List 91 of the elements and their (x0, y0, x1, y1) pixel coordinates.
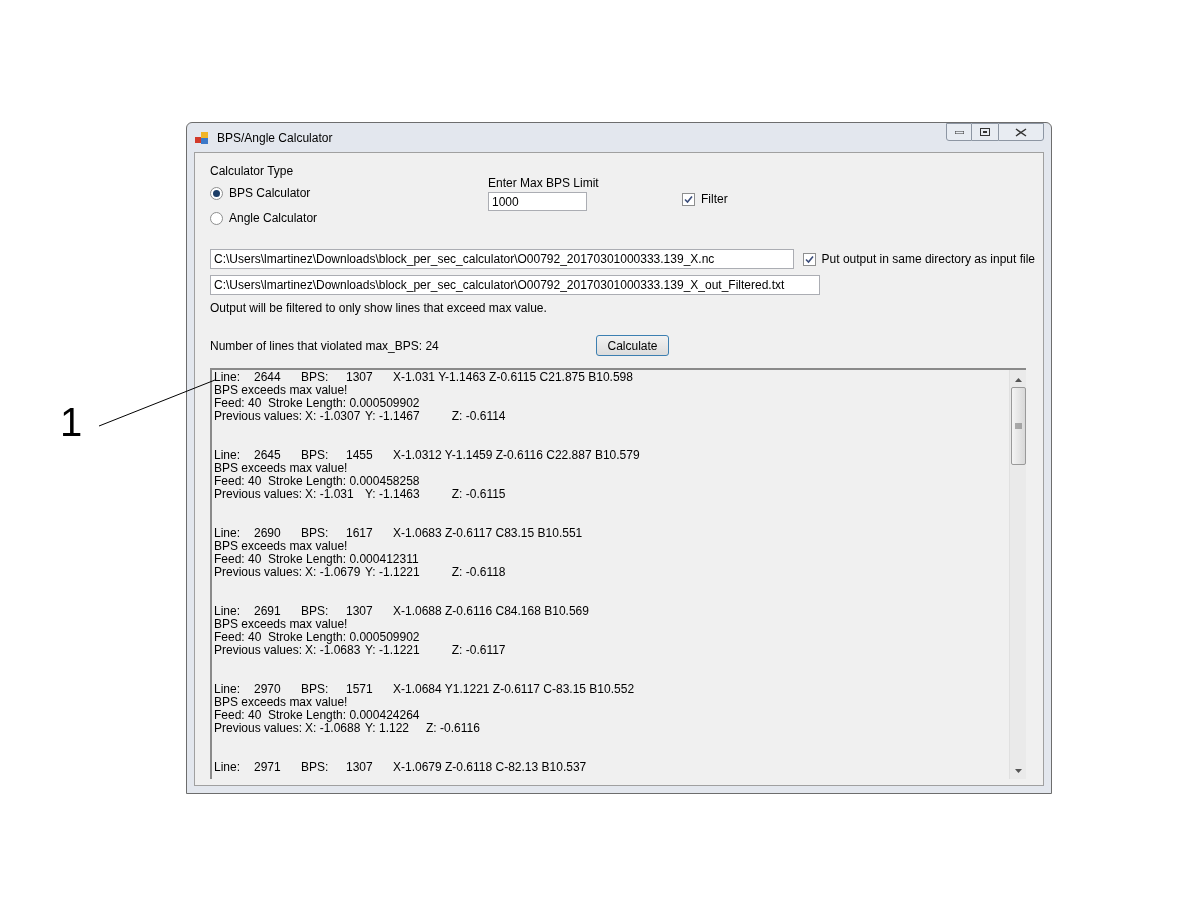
output-path-field[interactable]: C:\Users\lmartinez\Downloads\block_per_sec_calculator\O00792_20170301000333.139_X_out_Filtered.txt (210, 275, 820, 295)
previous-y: Y: -1.1221 (365, 644, 421, 657)
bps-value: 1617 (346, 527, 374, 540)
restore-icon (980, 128, 990, 136)
checkmark-icon (804, 254, 814, 264)
close-button[interactable] (998, 123, 1044, 141)
same-directory-label: Put output in same directory as input file (821, 251, 1035, 268)
feed-info: Feed: 40 Stroke Length: 0.000458258 (214, 475, 421, 488)
scroll-thumb[interactable] (1010, 387, 1026, 465)
line-number: 2970 (253, 683, 282, 696)
previous-y: Y: 1.122 (365, 722, 411, 735)
previous-values-label: Previous values: (214, 566, 304, 579)
radio-label: BPS Calculator (229, 185, 311, 202)
previous-x: X: -1.0688 (305, 722, 362, 735)
input-path-field[interactable]: C:\Users\lmartinez\Downloads\block_per_sec_calculator\O00792_20170301000333.139_X.nc (210, 249, 794, 269)
line-label: Line: (214, 683, 242, 696)
scroll-down-icon[interactable] (1014, 769, 1022, 773)
previous-x: X: -1.0683 (305, 644, 362, 657)
previous-y: Y: -1.1467 (365, 410, 421, 423)
bps-value: 1307 (346, 761, 374, 774)
calculate-button[interactable]: Calculate (596, 335, 669, 356)
coordinates: X-1.0312 Y-1.1459 Z-0.6116 C22.887 B10.579 (393, 449, 640, 462)
bps-label: BPS: (301, 683, 330, 696)
bps-value: 1307 (346, 605, 374, 618)
previous-z: Z: -0.6118 (451, 566, 506, 579)
bps-label: BPS: (301, 449, 330, 462)
line-label: Line: (214, 605, 242, 618)
feed-info: Feed: 40 Stroke Length: 0.000424264 (214, 709, 421, 722)
previous-z: Z: -0.6114 (451, 410, 506, 423)
warning-message: BPS exceeds max value! (214, 540, 349, 553)
bps-label: BPS: (301, 527, 330, 540)
previous-z: Z: -0.6115 (451, 488, 506, 501)
coordinates: X-1.0683 Z-0.6117 C83.15 B10.551 (393, 527, 583, 540)
feed-info: Feed: 40 Stroke Length: 0.000412311 (214, 553, 420, 566)
scrollbar[interactable] (1009, 370, 1026, 779)
filter-note: Output will be filtered to only show lines that exceed max value. (210, 300, 548, 317)
calculator-type-label: Calculator Type (210, 163, 295, 180)
warning-message: BPS exceeds max value! (214, 696, 349, 709)
previous-y: Y: -1.1221 (365, 566, 421, 579)
previous-values-label: Previous values: (214, 410, 304, 423)
coordinates: X-1.031 Y-1.1463 Z-0.6115 C21.875 B10.598 (393, 371, 633, 384)
coordinates: X-1.0688 Z-0.6116 C84.168 B10.569 (393, 605, 589, 618)
previous-values-label: Previous values: (214, 488, 304, 501)
bps-label: BPS: (301, 371, 330, 384)
previous-x: X: -1.031 (305, 488, 355, 501)
bps-label: BPS: (301, 761, 330, 774)
bps-value: 1571 (346, 683, 374, 696)
grip-icon (1014, 422, 1022, 430)
radio-label: Angle Calculator (229, 210, 318, 227)
previous-y: Y: -1.1463 (365, 488, 421, 501)
line-label: Line: (214, 761, 242, 774)
coordinates: X-1.0684 Y1.1221 Z-0.6117 C-83.15 B10.552 (393, 683, 635, 696)
line-label: Line: (214, 371, 242, 384)
line-number: 2690 (253, 527, 282, 540)
previous-values-label: Previous values: (214, 644, 304, 657)
bps-value: 1307 (346, 371, 374, 384)
checkbox[interactable] (802, 252, 816, 266)
line-label: Line: (214, 527, 242, 540)
warning-message: BPS exceeds max value! (214, 384, 349, 397)
filter-label: Filter (701, 191, 728, 208)
app-icon (195, 130, 209, 145)
previous-values-label: Previous values: (214, 722, 304, 735)
violations-count: Number of lines that violated max_BPS: 24 (210, 337, 440, 355)
feed-info: Feed: 40 Stroke Length: 0.000509902 (214, 397, 421, 410)
radio-button[interactable] (210, 211, 223, 225)
max-bps-input[interactable]: 1000 (488, 192, 587, 211)
previous-x: X: -1.0307 (305, 410, 362, 423)
window-title: BPS/Angle Calculator (217, 129, 333, 147)
callout-number: 1 (60, 400, 83, 444)
warning-message: BPS exceeds max value! (214, 618, 349, 631)
coordinates: X-1.0679 Z-0.6118 C-82.13 B10.537 (393, 761, 587, 774)
close-icon (1015, 127, 1027, 137)
minimize-icon (954, 130, 964, 134)
line-number: 2645 (253, 449, 282, 462)
radio-button[interactable] (210, 186, 223, 200)
feed-info: Feed: 40 Stroke Length: 0.000509902 (214, 631, 421, 644)
max-bps-label: Enter Max BPS Limit (488, 175, 600, 192)
bps-label: BPS: (301, 605, 330, 618)
checkmark-icon (684, 194, 693, 204)
line-label: Line: (214, 449, 242, 462)
bps-value: 1455 (346, 449, 374, 462)
scroll-up-icon[interactable] (1014, 378, 1022, 382)
maximize-button[interactable] (972, 123, 998, 141)
warning-message: BPS exceeds max value! (214, 462, 349, 475)
line-number: 2644 (253, 371, 282, 384)
line-number: 2971 (253, 761, 282, 774)
previous-z: Z: -0.6117 (451, 644, 506, 657)
previous-z: Z: -0.6116 (426, 722, 480, 735)
checkbox[interactable] (682, 192, 695, 206)
previous-x: X: -1.0679 (305, 566, 362, 579)
line-number: 2691 (253, 605, 282, 618)
